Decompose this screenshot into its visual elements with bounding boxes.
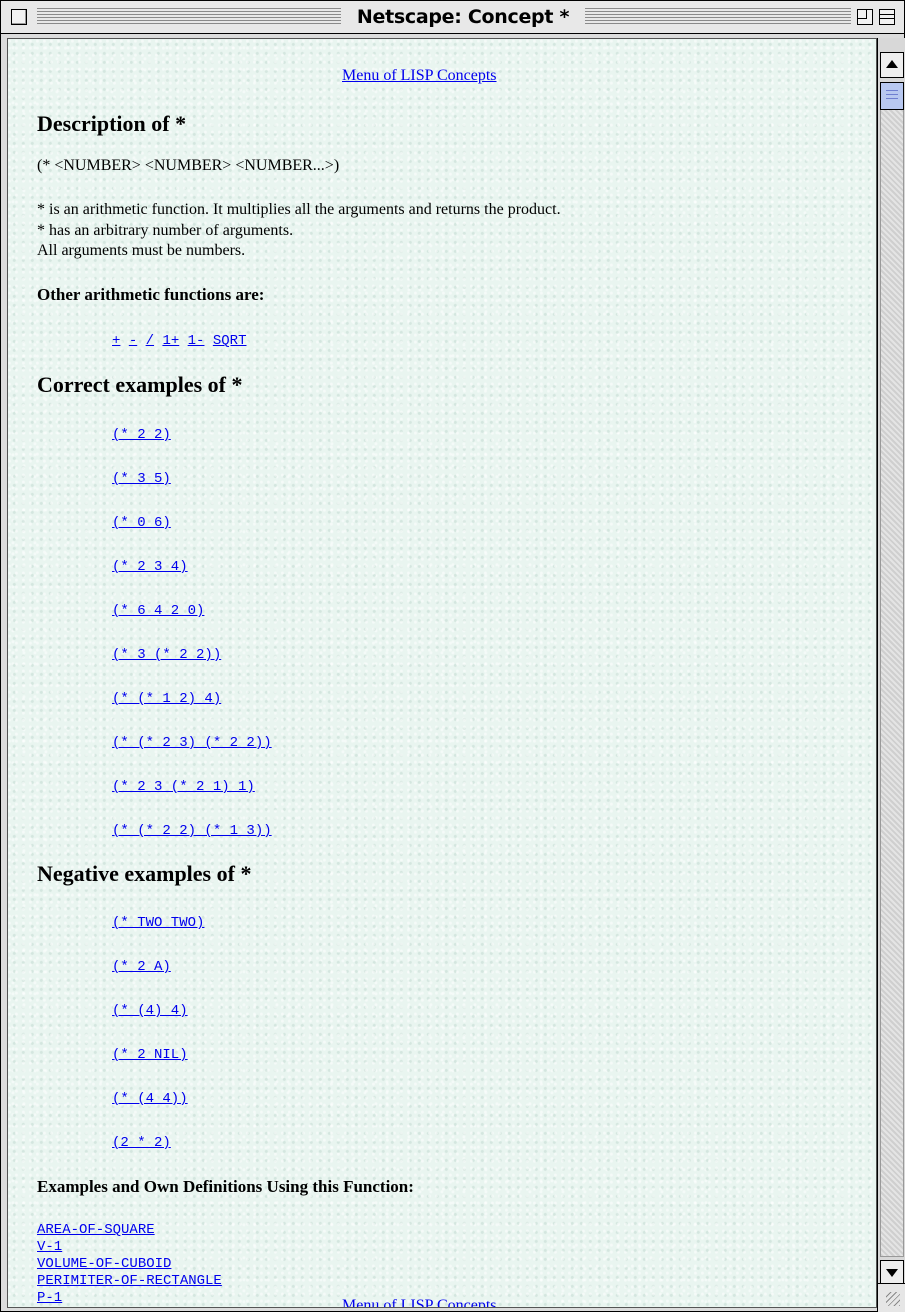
- correct-example-link[interactable]: (* 2 3 (* 2 1) 1): [112, 779, 255, 795]
- browser-window: Netscape: Concept * Menu of LISP Concept…: [0, 0, 905, 1312]
- title-bar-stripes-right: [585, 8, 851, 25]
- close-box-icon[interactable]: [11, 9, 27, 25]
- window-title: Netscape: Concept *: [341, 5, 585, 29]
- other-functions-heading: Other arithmetic functions are:: [37, 285, 265, 304]
- negative-example-link[interactable]: (* TWO TWO): [112, 915, 204, 931]
- correct-example-link[interactable]: (* (* 2 2) (* 1 3)): [112, 823, 272, 839]
- menu-of-lisp-concepts-link-top[interactable]: Menu of LISP Concepts: [342, 66, 497, 86]
- menu-of-lisp-concepts-link-bottom[interactable]: Menu of LISP Concepts: [342, 1296, 497, 1307]
- correct-example-link[interactable]: (* (* 1 2) 4): [112, 691, 221, 707]
- negative-example-link[interactable]: (* 2 NIL): [112, 1047, 188, 1063]
- usage-link[interactable]: V-1: [37, 1239, 62, 1256]
- scroll-track[interactable]: [880, 90, 904, 1257]
- negative-examples-heading: Negative examples of *: [37, 861, 252, 886]
- scroll-thumb[interactable]: [880, 82, 904, 110]
- negative-example-link[interactable]: (* 2 A): [112, 959, 171, 975]
- function-link-sqrt[interactable]: SQRT: [213, 333, 247, 349]
- correct-example-link[interactable]: (* 2 3 4): [112, 559, 188, 575]
- page-heading: Description of *: [37, 111, 187, 136]
- negative-example-link[interactable]: (* (4) 4): [112, 1003, 188, 1019]
- description-line: * is an arithmetic function. It multipli…: [37, 201, 561, 218]
- usage-link[interactable]: P-1: [37, 1290, 62, 1307]
- correct-example-link[interactable]: (* (* 2 3) (* 2 2)): [112, 735, 272, 751]
- usage-link[interactable]: VOLUME-OF-CUBOID: [37, 1256, 171, 1273]
- zoom-box-icon[interactable]: [857, 9, 873, 25]
- vertical-scrollbar[interactable]: [877, 38, 905, 1306]
- function-link-divide[interactable]: /: [146, 333, 154, 349]
- negative-example-link[interactable]: (2 * 2): [112, 1135, 171, 1151]
- title-bar[interactable]: Netscape: Concept *: [1, 1, 904, 34]
- function-link-1plus[interactable]: 1+: [162, 333, 179, 349]
- correct-example-link[interactable]: (* 3 (* 2 2)): [112, 647, 221, 663]
- syntax-line: (* <NUMBER> <NUMBER> <NUMBER...>): [37, 157, 340, 174]
- page-content: Menu of LISP Concepts Description of * (…: [7, 38, 877, 1308]
- usage-heading: Examples and Own Definitions Using this …: [37, 1177, 414, 1196]
- function-link-1minus[interactable]: 1-: [188, 333, 205, 349]
- correct-example-link[interactable]: (* 0 6): [112, 515, 171, 531]
- grow-box-icon[interactable]: [877, 1283, 905, 1312]
- usage-link[interactable]: PERIMITER-OF-RECTANGLE: [37, 1273, 222, 1290]
- function-link-minus[interactable]: -: [129, 333, 137, 349]
- correct-examples-heading: Correct examples of *: [37, 372, 243, 397]
- scroll-up-arrow-icon[interactable]: [880, 52, 904, 78]
- correct-example-link[interactable]: (* 6 4 2 0): [112, 603, 204, 619]
- correct-example-link[interactable]: (* 2 2): [112, 427, 171, 443]
- usage-link[interactable]: AREA-OF-SQUARE: [37, 1222, 155, 1239]
- description-line: * has an arbitrary number of arguments.: [37, 222, 294, 239]
- title-bar-stripes-left: [37, 8, 341, 25]
- other-functions-list: + - / 1+ 1- SQRT: [112, 333, 246, 349]
- correct-example-link[interactable]: (* 3 5): [112, 471, 171, 487]
- negative-example-link[interactable]: (* (4 4)): [112, 1091, 188, 1107]
- function-link-plus[interactable]: +: [112, 333, 120, 349]
- collapse-box-icon[interactable]: [879, 9, 895, 25]
- description-line: All arguments must be numbers.: [37, 242, 246, 259]
